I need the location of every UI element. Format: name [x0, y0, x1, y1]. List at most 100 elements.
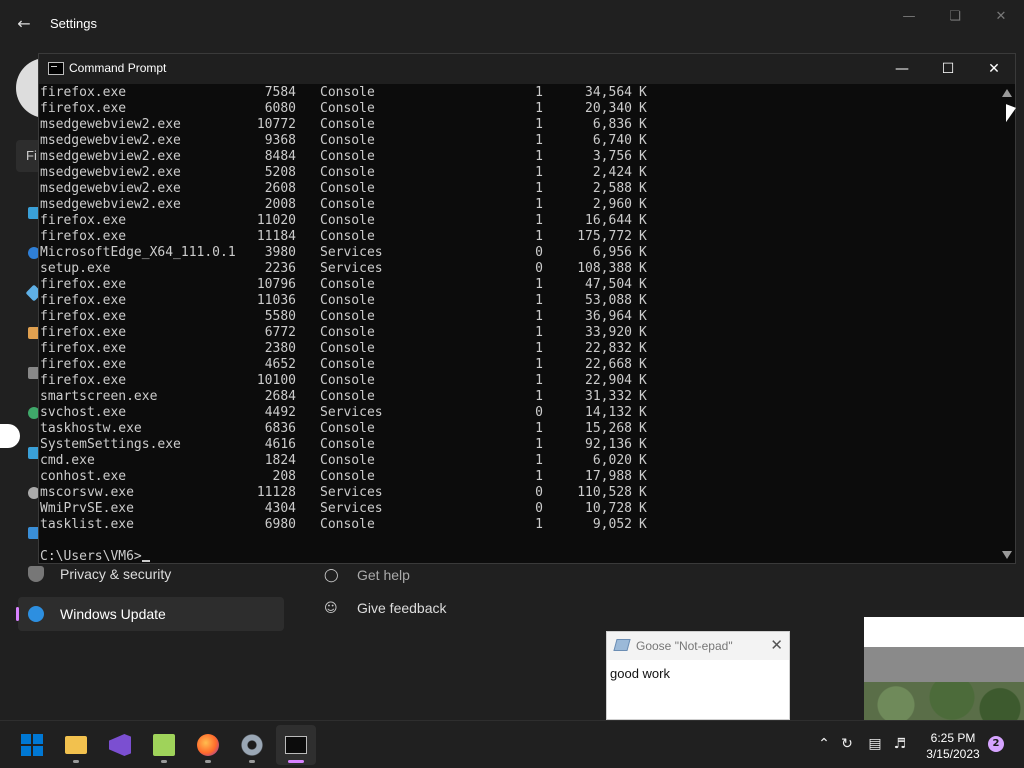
- network-icon[interactable]: ▤: [866, 735, 884, 753]
- console-cell-mem: 3,756: [592, 149, 632, 164]
- give-feedback-link[interactable]: ☺ Give feedback: [324, 599, 454, 619]
- goose-close-button[interactable]: ✕: [770, 636, 783, 654]
- goose-notepad-window[interactable]: Goose "Not-epad" ✕ good work: [606, 631, 790, 720]
- console-cell-name: firefox.exe: [40, 213, 127, 228]
- notepad-icon: [613, 639, 631, 651]
- running-indicator: [161, 760, 167, 763]
- back-arrow-icon[interactable]: ←: [14, 14, 34, 34]
- console-cell-mem: 16,644: [585, 213, 632, 228]
- console-cell-unit: K: [639, 325, 647, 340]
- command-prompt-window[interactable]: Command Prompt — ☐ ✕ firefox.exe 7584 Cons…: [38, 53, 1016, 564]
- nav-item-windows-update[interactable]: Windows Update: [16, 597, 284, 631]
- cmd-minimize-button[interactable]: —: [879, 54, 925, 84]
- console-row: firefox.exe 7584 Console 1 34,564 K: [39, 85, 999, 101]
- goose-peek: [0, 424, 20, 448]
- console-cell-session: Console: [320, 181, 375, 196]
- console-cell-name: msedgewebview2.exe: [40, 181, 181, 196]
- console-cell-session: Console: [320, 197, 375, 212]
- console-cell-num: 1: [535, 341, 543, 356]
- console-cell-name: firefox.exe: [40, 357, 127, 372]
- goose-titlebar[interactable]: Goose "Not-epad" ✕: [607, 632, 789, 660]
- taskbar-file-explorer[interactable]: [56, 725, 96, 765]
- console-cell-pid: 2008: [264, 197, 296, 212]
- console-cell-num: 1: [535, 181, 543, 196]
- console-row: firefox.exe 6080 Console 1 20,340 K: [39, 101, 999, 117]
- console-cell-num: 1: [535, 357, 543, 372]
- console-cell-name: firefox.exe: [40, 229, 127, 244]
- console-cell-num: 1: [535, 373, 543, 388]
- get-help-link[interactable]: ◯ Get help: [324, 566, 444, 586]
- console-cell-mem: 34,564: [585, 85, 632, 100]
- console-cell-num: 1: [535, 229, 543, 244]
- running-indicator: [73, 760, 79, 763]
- console-cell-name: msedgewebview2.exe: [40, 197, 181, 212]
- console-cell-mem: 10,728: [585, 501, 632, 516]
- console-row: taskhostw.exe 6836 Console 1 15,268 K: [39, 421, 999, 437]
- console-cell-unit: K: [639, 277, 647, 292]
- cmd-maximize-button[interactable]: ☐: [925, 54, 971, 84]
- console-cell-pid: 11036: [256, 293, 296, 308]
- console-cell-pid: 1824: [264, 453, 296, 468]
- clock[interactable]: 6:25 PM 3/15/2023: [918, 730, 988, 762]
- scroll-up-arrow-icon[interactable]: [1002, 89, 1012, 97]
- console-cell-mem: 6,020: [592, 453, 632, 468]
- console-cell-unit: K: [639, 421, 647, 436]
- console-row: MicrosoftEdge_X64_111.0.1 3980 Services 0 6,…: [39, 245, 999, 261]
- taskbar-notepad-plus[interactable]: [144, 725, 184, 765]
- sync-icon[interactable]: ↻: [838, 735, 856, 753]
- console-cell-mem: 92,136: [585, 437, 632, 452]
- console-cell-name: firefox.exe: [40, 293, 127, 308]
- taskbar-settings[interactable]: [232, 725, 272, 765]
- settings-close-button[interactable]: ✕: [978, 6, 1024, 28]
- settings-minimize-button[interactable]: —: [886, 6, 932, 28]
- console-cell-name: firefox.exe: [40, 277, 127, 292]
- console-cell-unit: K: [639, 341, 647, 356]
- shield-icon: [28, 566, 44, 582]
- taskbar-visual-studio[interactable]: [100, 725, 140, 765]
- console-cell-unit: K: [639, 389, 647, 404]
- console-cell-session: Console: [320, 101, 375, 116]
- settings-titlebar: ← Settings — ❏ ✕: [0, 0, 1024, 48]
- console-scrollbar[interactable]: [999, 85, 1015, 563]
- console-cell-session: Services: [320, 485, 383, 500]
- chevron-up-icon[interactable]: ⌃: [815, 735, 833, 753]
- nav-item-label: Privacy & security: [60, 566, 172, 582]
- console-cell-name: SystemSettings.exe: [40, 437, 181, 452]
- console-cell-name: firefox.exe: [40, 85, 127, 100]
- console-row: firefox.exe 5580 Console 1 36,964 K: [39, 309, 999, 325]
- command-prompt-icon: [285, 736, 307, 754]
- goose-note-text[interactable]: good work: [610, 666, 670, 681]
- console-row: msedgewebview2.exe 5208 Console 1 2,424 K: [39, 165, 999, 181]
- console-cell-name: taskhostw.exe: [40, 421, 142, 436]
- settings-maximize-button[interactable]: ❏: [932, 6, 978, 28]
- console-cell-mem: 36,964: [585, 309, 632, 324]
- console-cell-pid: 4492: [264, 405, 296, 420]
- console-cell-num: 1: [535, 149, 543, 164]
- console-cell-mem: 2,588: [592, 181, 632, 196]
- cmd-titlebar[interactable]: Command Prompt — ☐ ✕: [39, 54, 1015, 84]
- console-output[interactable]: firefox.exe 7584 Console 1 34,564 Kfirefox.ex…: [39, 85, 999, 563]
- volume-icon[interactable]: ♬: [891, 735, 909, 753]
- console-cell-mem: 108,388: [577, 261, 632, 276]
- console-row: smartscreen.exe 2684 Console 1 31,332 K: [39, 389, 999, 405]
- start-button[interactable]: [12, 725, 52, 765]
- goose-title: Goose "Not-epad": [636, 639, 733, 653]
- console-cell-pid: 7584: [264, 85, 296, 100]
- console-cell-pid: 6772: [264, 325, 296, 340]
- console-cell-session: Services: [320, 245, 383, 260]
- taskbar-command-prompt[interactable]: [276, 725, 316, 765]
- taskbar-firefox[interactable]: [188, 725, 228, 765]
- photo-window[interactable]: [864, 617, 1024, 720]
- notification-badge[interactable]: 2: [988, 736, 1004, 752]
- console-prompt[interactable]: C:\Users\VM6>: [40, 549, 150, 563]
- console-row: firefox.exe 11184 Console 1 175,772 K: [39, 229, 999, 245]
- console-cell-mem: 6,956: [592, 245, 632, 260]
- console-cell-pid: 10796: [256, 277, 296, 292]
- running-indicator: [288, 760, 304, 763]
- console-cell-mem: 14,132: [585, 405, 632, 420]
- cmd-close-button[interactable]: ✕: [971, 54, 1017, 84]
- console-cell-name: conhost.exe: [40, 469, 127, 484]
- scroll-down-arrow-icon[interactable]: [1002, 551, 1012, 559]
- console-row: WmiPrvSE.exe 4304 Services 0 10,728 K: [39, 501, 999, 517]
- console-cell-unit: K: [639, 101, 647, 116]
